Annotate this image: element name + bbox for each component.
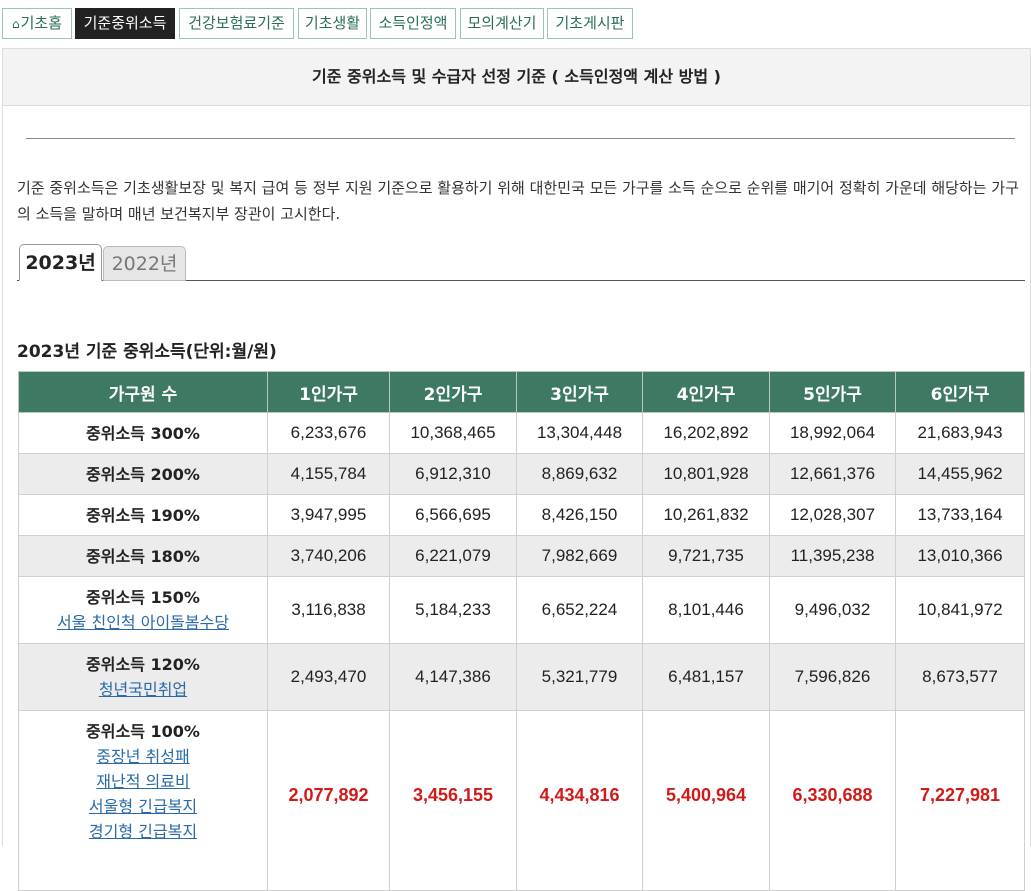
table-cell: 13,733,164 (895, 494, 1025, 536)
table-cell: 2,493,470 (267, 643, 390, 711)
table-cell: 9,721,735 (642, 535, 770, 577)
header-3-person: 3인가구 (516, 371, 643, 413)
year-tabs: 2023년 2022년 (17, 243, 1025, 281)
header-2-person: 2인가구 (389, 371, 517, 413)
table-cell: 16,202,892 (642, 412, 770, 454)
table-cell: 8,869,632 (516, 453, 643, 495)
table-row: 중위소득 190% 3,947,995 6,566,695 8,426,150 … (18, 494, 1025, 536)
table-cell: 6,652,224 (516, 576, 643, 644)
home-icon: ⌂ (11, 17, 20, 31)
table-cell: 13,010,366 (895, 535, 1025, 577)
nav-tab-label: 기초홈 (20, 14, 63, 32)
top-nav: ⌂기초홈 기준중위소득 건강보험료기준 기초생활 소득인정액 모의계산기 기초게… (0, 0, 1031, 42)
table-row: 중위소득 100% 중장년 취성패 재난적 의료비 서울형 긴급복지 경기형 긴… (18, 710, 1025, 891)
link-gyeonggi-emergency-welfare[interactable]: 경기형 긴급복지 (19, 819, 267, 844)
link-youth-employment[interactable]: 청년국민취업 (19, 677, 267, 702)
divider (26, 138, 1015, 139)
table-cell: 6,221,079 (389, 535, 517, 577)
row-label: 중위소득 100% (86, 722, 200, 741)
table-cell: 7,982,669 (516, 535, 643, 577)
table-row: 중위소득 300% 6,233,676 10,368,465 13,304,44… (18, 412, 1025, 454)
row-label: 중위소득 120% (86, 655, 200, 674)
link-catastrophic-medical[interactable]: 재난적 의료비 (19, 769, 267, 794)
table-cell: 6,566,695 (389, 494, 517, 536)
table-cell: 8,101,446 (642, 576, 770, 644)
nav-tab-board[interactable]: 기초게시판 (547, 8, 633, 39)
nav-tab-calculator[interactable]: 모의계산기 (460, 8, 544, 39)
table-cell: 4,155,784 (267, 453, 390, 495)
header-6-person: 6인가구 (895, 371, 1025, 413)
link-seoul-emergency-welfare[interactable]: 서울형 긴급복지 (19, 794, 267, 819)
nav-tab-health-insurance[interactable]: 건강보험료기준 (179, 8, 294, 39)
tab-2022[interactable]: 2022년 (103, 246, 186, 281)
header-1-person: 1인가구 (267, 371, 390, 413)
row-label: 중위소득 200% (18, 453, 268, 495)
table-cell: 14,455,962 (895, 453, 1025, 495)
table-cell: 8,673,577 (895, 643, 1025, 711)
table-cell: 7,596,826 (769, 643, 896, 711)
table-cell: 10,841,972 (895, 576, 1025, 644)
table-cell-highlight: 5,400,964 (642, 710, 770, 891)
row-label: 중위소득 150% (86, 588, 200, 607)
row-label: 중위소득 300% (18, 412, 268, 454)
nav-tab-home[interactable]: ⌂기초홈 (2, 8, 72, 39)
table-cell: 12,028,307 (769, 494, 896, 536)
table-row: 중위소득 180% 3,740,206 6,221,079 7,982,669 … (18, 535, 1025, 577)
table-cell-highlight: 2,077,892 (267, 710, 390, 891)
table-cell: 3,740,206 (267, 535, 390, 577)
table-cell: 18,992,064 (769, 412, 896, 454)
median-income-table: 가구원 수 1인가구 2인가구 3인가구 4인가구 5인가구 6인가구 중위소득… (18, 371, 1025, 891)
header-household-size: 가구원 수 (18, 371, 268, 413)
table-row: 중위소득 120% 청년국민취업 2,493,470 4,147,386 5,3… (18, 643, 1025, 711)
nav-tab-basic-living[interactable]: 기초생활 (298, 8, 367, 39)
table-cell: 3,947,995 (267, 494, 390, 536)
table-cell: 6,481,157 (642, 643, 770, 711)
panel-title: 기준 중위소득 및 수급자 선정 기준 ( 소득인정액 계산 방법 ) (3, 49, 1030, 106)
table-cell: 5,321,779 (516, 643, 643, 711)
table-cell: 6,233,676 (267, 412, 390, 454)
table-cell: 13,304,448 (516, 412, 643, 454)
row-label-cell: 중위소득 150% 서울 친인척 아이돌봄수당 (18, 576, 268, 644)
row-label-cell: 중위소득 100% 중장년 취성패 재난적 의료비 서울형 긴급복지 경기형 긴… (18, 710, 268, 891)
table-cell: 10,368,465 (389, 412, 517, 454)
table-cell: 8,426,150 (516, 494, 643, 536)
description: 기준 중위소득은 기초생활보장 및 복지 급여 등 정부 지원 기준으로 활용하… (17, 179, 1019, 223)
link-seoul-childcare-allowance[interactable]: 서울 친인척 아이돌봄수당 (19, 610, 267, 635)
table-header-row: 가구원 수 1인가구 2인가구 3인가구 4인가구 5인가구 6인가구 (18, 371, 1025, 413)
table-cell-highlight: 6,330,688 (769, 710, 896, 891)
table-cell: 12,661,376 (769, 453, 896, 495)
table-cell: 9,496,032 (769, 576, 896, 644)
row-label: 중위소득 190% (18, 494, 268, 536)
table-cell: 5,184,233 (389, 576, 517, 644)
header-4-person: 4인가구 (642, 371, 770, 413)
link-middle-aged-employment[interactable]: 중장년 취성패 (19, 744, 267, 769)
nav-tab-median-income[interactable]: 기준중위소득 (75, 8, 175, 39)
table-row: 중위소득 200% 4,155,784 6,912,310 8,869,632 … (18, 453, 1025, 495)
table-cell: 21,683,943 (895, 412, 1025, 454)
table-cell-highlight: 4,434,816 (516, 710, 643, 891)
table-cell: 6,912,310 (389, 453, 517, 495)
section-title: 2023년 기준 중위소득(단위:월/원) (17, 342, 277, 362)
table-cell: 3,116,838 (267, 576, 390, 644)
table-cell-highlight: 7,227,981 (895, 710, 1025, 891)
content-panel: 기준 중위소득 및 수급자 선정 기준 ( 소득인정액 계산 방법 ) 기준 중… (2, 48, 1031, 891)
table-cell: 4,147,386 (389, 643, 517, 711)
row-label-cell: 중위소득 120% 청년국민취업 (18, 643, 268, 711)
row-label: 중위소득 180% (18, 535, 268, 577)
table-cell-highlight: 3,456,155 (389, 710, 517, 891)
table-row: 중위소득 150% 서울 친인척 아이돌봄수당 3,116,838 5,184,… (18, 576, 1025, 644)
nav-tab-income-recognition[interactable]: 소득인정액 (370, 8, 456, 39)
tab-2023[interactable]: 2023년 (19, 244, 102, 281)
table-cell: 11,395,238 (769, 535, 896, 577)
header-5-person: 5인가구 (769, 371, 896, 413)
table-cell: 10,261,832 (642, 494, 770, 536)
table-cell: 10,801,928 (642, 453, 770, 495)
